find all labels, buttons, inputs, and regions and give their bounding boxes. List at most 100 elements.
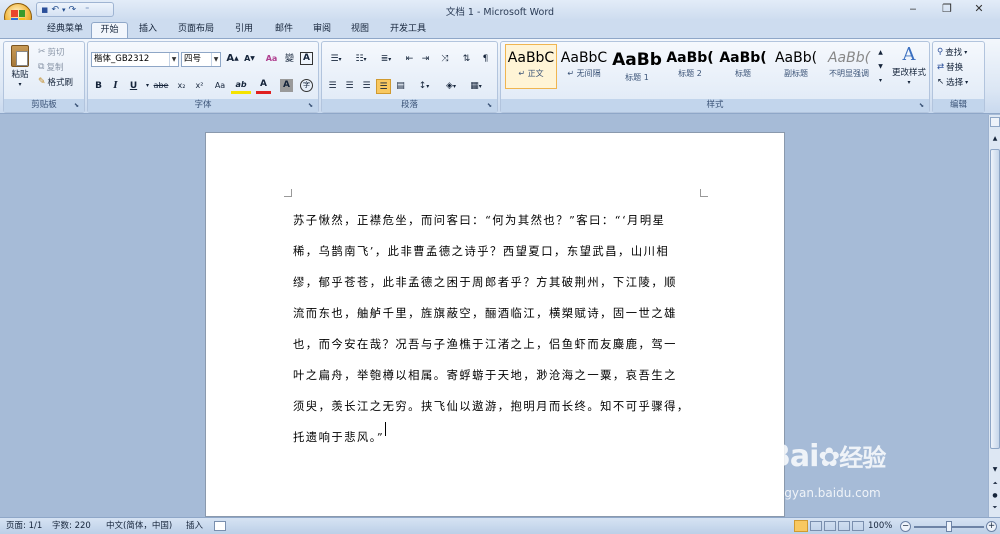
font-launcher-icon[interactable]: ⬊ <box>308 102 316 110</box>
superscript-button[interactable]: x² <box>192 79 207 94</box>
paragraph-launcher-icon[interactable]: ⬊ <box>487 102 495 110</box>
decrease-indent-icon: ⇤ <box>405 54 414 64</box>
macro-record-icon[interactable] <box>214 521 226 531</box>
underline-button[interactable]: U <box>126 79 141 94</box>
style-item[interactable]: AaBbC ↵ 无间隔 <box>558 44 610 89</box>
tab-insert[interactable]: 插入 <box>130 22 166 39</box>
scrollbar-thumb[interactable] <box>990 149 1000 449</box>
redo-icon[interactable]: ↷ <box>69 4 77 16</box>
previous-page-icon[interactable]: ⏶ <box>989 479 1000 489</box>
undo-dropdown-icon[interactable]: ▾ <box>62 4 66 16</box>
align-center-button[interactable]: ☰ <box>342 79 357 94</box>
browse-object-icon[interactable]: ● <box>989 491 1000 501</box>
decrease-indent-button[interactable]: ⇤ <box>402 52 417 67</box>
document-body[interactable]: 苏子愀然，正襟危坐，而问客曰：“何为其然也？”客曰：“‘月明星 稀，乌鹊南飞’，… <box>293 205 701 453</box>
print-layout-view-icon[interactable] <box>794 520 808 532</box>
zoom-slider-thumb[interactable] <box>946 521 952 532</box>
tab-mailings[interactable]: 邮件 <box>266 22 302 39</box>
scroll-up-icon[interactable]: ▲ <box>989 133 1000 145</box>
language-status[interactable]: 中文(简体，中国) <box>106 520 172 533</box>
borders-button[interactable]: ▦▾ <box>465 79 487 94</box>
draft-view-icon[interactable] <box>852 521 864 531</box>
style-item[interactable]: AaBb(标题 2 <box>664 44 716 89</box>
close-button[interactable]: ✕ <box>966 2 992 17</box>
tab-developer[interactable]: 开发工具 <box>382 22 434 39</box>
gallery-up-button[interactable]: ▲ <box>873 46 888 58</box>
highlight-button[interactable]: ab <box>231 79 251 94</box>
justify-icon: ☰ <box>379 82 388 92</box>
format-painter-button[interactable]: ✎ 格式刷 <box>38 76 73 88</box>
line-spacing-button[interactable]: ↕▾ <box>413 79 435 94</box>
tab-classic-menu[interactable]: 经典菜单 <box>40 22 90 39</box>
zoom-out-button[interactable]: − <box>900 521 911 532</box>
style-item[interactable]: AaBb(标题 <box>717 44 769 89</box>
strikethrough-button[interactable]: abe <box>150 79 172 94</box>
font-name-combo[interactable]: 楷体_GB2312 ▼ <box>91 52 179 67</box>
tab-home[interactable]: 开始 <box>91 22 128 39</box>
multilevel-list-button[interactable]: ≣▾ <box>375 52 397 67</box>
page-count-status[interactable]: 页面: 1/1 <box>6 520 42 533</box>
find-button[interactable]: ⚲ 查找 ▾ <box>937 46 967 58</box>
crop-mark-top-right <box>700 189 708 197</box>
character-border-button[interactable]: A <box>300 52 313 65</box>
style-item[interactable]: AaBb(副标题 <box>770 44 822 89</box>
enclose-characters-button[interactable]: 字 <box>300 79 313 92</box>
clear-formatting-button[interactable]: Aa <box>264 52 279 67</box>
show-marks-button[interactable]: ¶ <box>478 52 493 67</box>
tab-references[interactable]: 引用 <box>226 22 262 39</box>
customize-qat-icon[interactable]: ⁼ <box>85 4 89 16</box>
copy-button[interactable]: ⧉ 复制 <box>38 61 63 73</box>
subscript-button[interactable]: x₂ <box>174 79 189 94</box>
change-styles-button[interactable]: A 更改样式 ▾ <box>889 44 929 86</box>
gallery-down-button[interactable]: ▼ <box>873 60 888 72</box>
insert-mode-status[interactable]: 插入 <box>186 520 203 533</box>
zoom-in-button[interactable]: + <box>986 521 997 532</box>
styles-launcher-icon[interactable]: ⬊ <box>919 102 927 110</box>
tab-view[interactable]: 视图 <box>342 22 378 39</box>
style-item[interactable]: AaBb 标题 1 <box>611 44 663 89</box>
increase-indent-button[interactable]: ⇥ <box>418 52 433 67</box>
font-color-button[interactable]: A <box>256 79 271 94</box>
scroll-down-icon[interactable]: ▼ <box>989 465 1000 475</box>
select-button[interactable]: ↖ 选择 ▾ <box>937 76 968 88</box>
font-size-combo[interactable]: 四号 ▼ <box>181 52 221 67</box>
align-left-button[interactable]: ☰ <box>325 79 340 94</box>
document-page[interactable]: 苏子愀然，正襟危坐，而问客曰：“何为其然也？”客曰：“‘月明星 稀，乌鹊南飞’，… <box>205 132 785 517</box>
align-right-button[interactable]: ☰ <box>359 79 374 94</box>
tab-review[interactable]: 审阅 <box>304 22 340 39</box>
numbering-button[interactable]: ☷▾ <box>350 52 372 67</box>
sort-button[interactable]: ⇅ <box>459 52 474 67</box>
clipboard-launcher-icon[interactable]: ⬊ <box>74 102 82 110</box>
bold-button[interactable]: B <box>91 79 106 94</box>
shrink-font-button[interactable]: A▼ <box>242 52 257 67</box>
next-page-icon[interactable]: ⏷ <box>989 503 1000 513</box>
justify-button[interactable]: ☰ <box>376 79 391 94</box>
grow-font-button[interactable]: A▲ <box>225 52 240 67</box>
vertical-scrollbar[interactable]: ▲ ▼ ⏶ ● ⏷ <box>988 115 1000 517</box>
tab-page-layout[interactable]: 页面布局 <box>170 22 222 39</box>
cut-button[interactable]: ✂ 剪切 <box>38 46 65 58</box>
ruler-toggle-icon[interactable] <box>990 117 1000 127</box>
full-screen-view-icon[interactable] <box>810 521 822 531</box>
undo-icon[interactable]: ↶ <box>51 4 59 16</box>
replace-button[interactable]: ⇄ 替换 <box>937 61 963 73</box>
style-item[interactable]: AaBbC ↵ 正文 <box>505 44 557 89</box>
minimize-button[interactable]: ‒ <box>900 2 926 17</box>
shading-button[interactable]: ◈▾ <box>440 79 462 94</box>
restore-button[interactable]: ❐ <box>934 2 960 17</box>
distributed-button[interactable]: ▤ <box>393 79 408 94</box>
word-count-status[interactable]: 字数: 220 <box>52 520 91 533</box>
paste-button[interactable]: 粘贴 ▾ <box>8 45 32 88</box>
outline-view-icon[interactable] <box>838 521 850 531</box>
bullets-button[interactable]: ☰▾ <box>325 52 347 67</box>
italic-button[interactable]: I <box>108 79 123 94</box>
zoom-level-status[interactable]: 100% <box>868 520 892 533</box>
gallery-more-button[interactable]: ▾ <box>873 74 888 86</box>
save-icon[interactable]: ▪ <box>41 3 48 16</box>
chinese-layout-button[interactable]: ⤨ <box>435 52 455 67</box>
style-item[interactable]: AaBb(不明显强调 <box>823 44 875 89</box>
change-case-button[interactable]: Aa <box>210 79 230 94</box>
web-layout-view-icon[interactable] <box>824 521 836 531</box>
character-shading-button[interactable]: A <box>280 79 293 92</box>
phonetic-guide-button[interactable]: 變 <box>282 52 297 67</box>
